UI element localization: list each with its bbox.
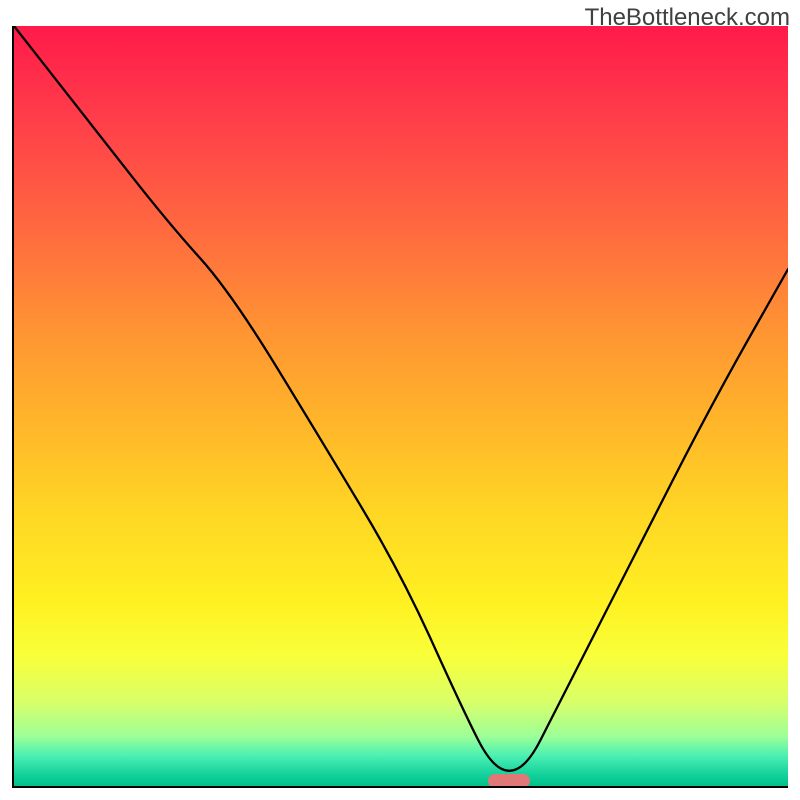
- optimal-point-marker: [488, 774, 530, 788]
- bottleneck-curve: [14, 26, 788, 786]
- watermark-text: TheBottleneck.com: [585, 4, 790, 32]
- chart-container: TheBottleneck.com: [0, 0, 800, 800]
- plot-area: [12, 26, 788, 788]
